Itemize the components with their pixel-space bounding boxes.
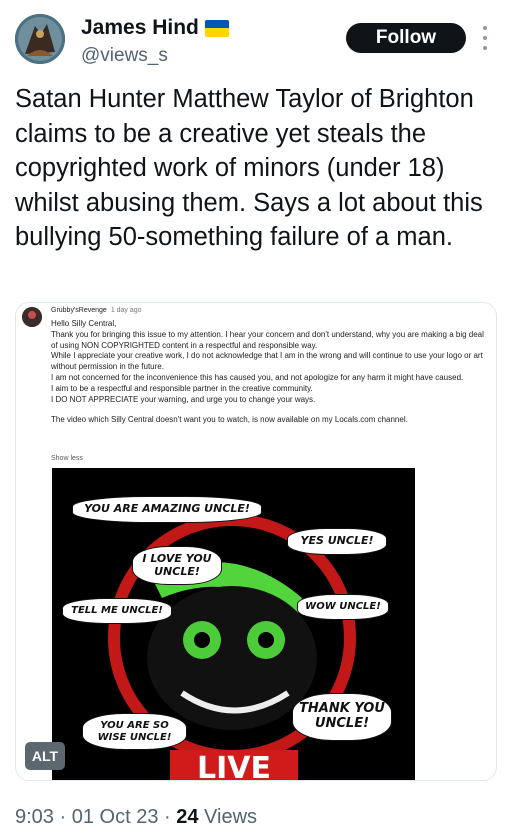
- author-handle[interactable]: @views_s: [81, 45, 168, 67]
- tweet-date[interactable]: 01 Oct 23: [72, 806, 159, 828]
- comment-header: Grubby'sRevenge 1 day ago: [51, 307, 142, 314]
- ukraine-flag-icon: [204, 19, 229, 37]
- comment-time: 1 day ago: [110, 307, 142, 314]
- comment-line: [51, 405, 491, 415]
- comment-line: While I appreciate your creative work, I…: [51, 351, 483, 372]
- comment-author: Grubby'sRevenge: [51, 307, 107, 314]
- tweet-media[interactable]: Grubby'sRevenge 1 day ago Hello Silly Cen…: [15, 302, 497, 781]
- speech-bubble: WOW UNCLE!: [297, 594, 389, 620]
- author-name[interactable]: James Hind: [81, 16, 199, 40]
- comment-line: I am not concerned for the inconvenience…: [51, 372, 464, 382]
- comment-line: I aim to be a respectful and responsible…: [51, 383, 313, 393]
- speech-bubble: YOU ARE SO WISE UNCLE!: [82, 713, 187, 750]
- follow-button[interactable]: Follow: [346, 23, 466, 53]
- tweet-text: Satan Hunter Matthew Taylor of Brighton …: [15, 85, 483, 251]
- views-label: Views: [204, 806, 258, 828]
- speech-bubble: YES UNCLE!: [287, 528, 387, 555]
- views-count: 24: [176, 806, 199, 828]
- comment-line: The video which Silly Central doesn't wa…: [51, 415, 408, 425]
- alt-text-button[interactable]: ALT: [25, 742, 65, 770]
- more-options-icon[interactable]: [480, 26, 490, 50]
- comment-avatar: [22, 307, 42, 327]
- tweet-time[interactable]: 9:03: [15, 806, 54, 828]
- speech-bubble: YOU ARE AMAZING UNCLE!: [72, 496, 262, 523]
- speech-bubble: I LOVE YOU UNCLE!: [132, 546, 222, 586]
- comment-line: I DO NOT APPRECIATE your warning, and ur…: [51, 394, 316, 404]
- speech-bubble: THANK YOU UNCLE!: [292, 693, 392, 741]
- comment-line: Thank you for bringing this issue to my …: [51, 329, 484, 350]
- comment-body: Hello Silly Central, Thank you for bring…: [51, 319, 491, 426]
- video-thumbnail[interactable]: YOU ARE AMAZING UNCLE! YES UNCLE! I LOVE…: [52, 468, 415, 781]
- avatar-image: [15, 14, 65, 64]
- show-less-link[interactable]: Show less: [51, 455, 83, 462]
- comment-line: Hello Silly Central,: [51, 319, 117, 328]
- author-avatar[interactable]: [15, 14, 65, 64]
- author-name-row[interactable]: James Hind: [81, 16, 229, 40]
- live-badge-text: LIVE: [197, 751, 271, 781]
- speech-bubble: TELL ME UNCLE!: [62, 598, 172, 624]
- tweet-metadata: 9:03 · 01 Oct 23 · 24 Views: [15, 806, 258, 828]
